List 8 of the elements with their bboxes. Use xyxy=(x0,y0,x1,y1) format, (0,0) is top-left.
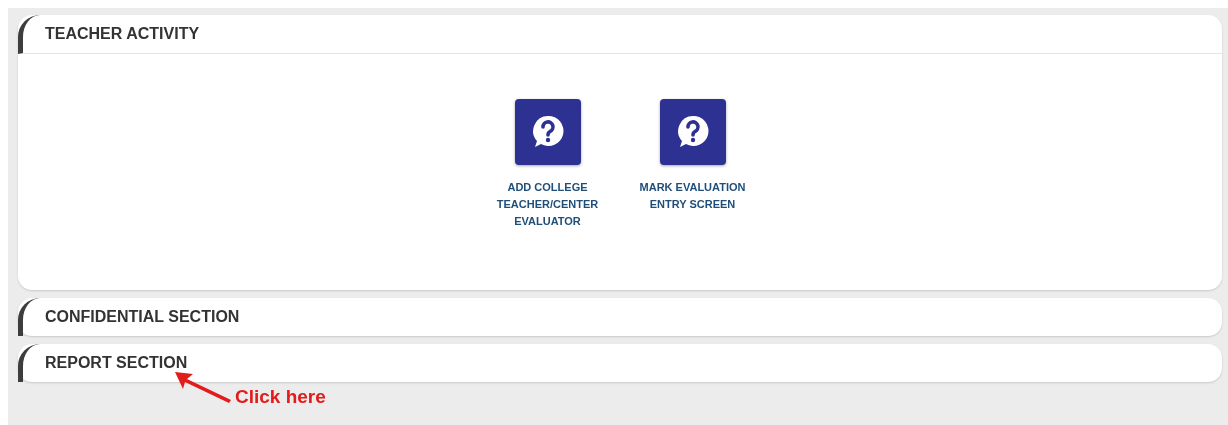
help-tile-button[interactable] xyxy=(659,99,726,165)
tile-link[interactable]: ADD COLLEGE TEACHER/CENTER EVALUATOR xyxy=(487,179,608,230)
annotation-text: Click here xyxy=(235,386,326,408)
help-tile-button[interactable] xyxy=(514,99,581,165)
section-header[interactable]: TEACHER ACTIVITY xyxy=(18,15,1222,54)
tile-link[interactable]: MARK EVALUATION ENTRY SCREEN xyxy=(632,179,753,213)
arrow-icon xyxy=(173,370,233,404)
section-header[interactable]: CONFIDENTIAL SECTION xyxy=(18,298,1222,336)
